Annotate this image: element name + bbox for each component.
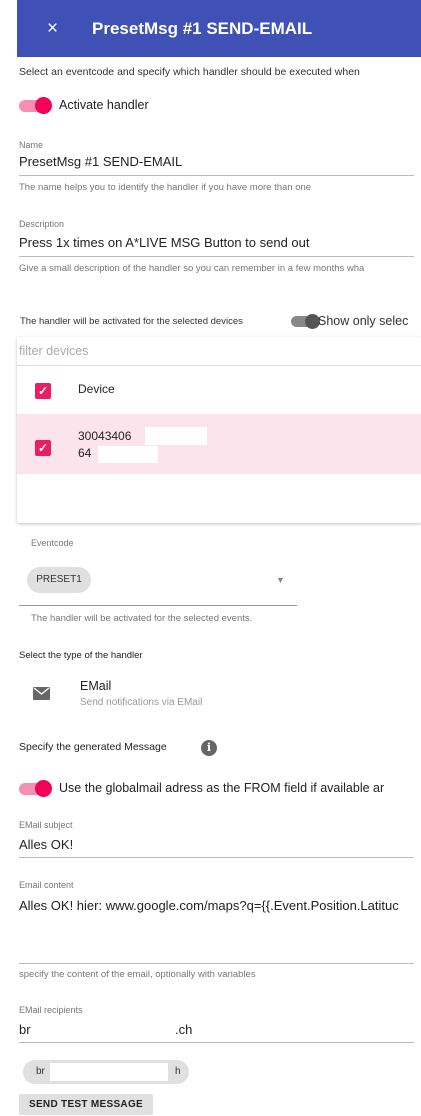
show-only-selected-toggle[interactable] — [283, 312, 320, 330]
close-icon[interactable]: × — [47, 19, 58, 38]
activate-handler-toggle[interactable]: Activate handler — [19, 96, 179, 116]
dialog-title: PresetMsg #1 SEND-EMAIL — [92, 19, 313, 38]
device-row[interactable]: ✓ 30043406 64 — [17, 414, 421, 474]
globalmail-label: Use the globalmail adress as the FROM fi… — [59, 781, 385, 795]
recipient-chip[interactable]: br h — [23, 1060, 189, 1084]
name-underline — [19, 175, 414, 176]
handler-type-label: Select the type of the handler — [19, 650, 143, 661]
content-hint: specify the content of the email, option… — [19, 969, 256, 980]
content-textarea[interactable]: Alles OK! hier: www.google.com/maps?q={{… — [19, 898, 399, 913]
activate-handler-label: Activate handler — [59, 98, 149, 112]
email-handler-subtitle: Send notifications via EMail — [80, 697, 203, 708]
recipients-underline — [19, 1042, 414, 1043]
content-label: Email content — [19, 880, 74, 890]
message-label: Specify the generated Message — [19, 741, 167, 753]
info-icon[interactable]: i — [201, 740, 217, 756]
eventcode-underline — [19, 605, 297, 606]
eventcode-chip[interactable]: PRESET1 — [27, 567, 91, 593]
name-label: Name — [19, 140, 44, 150]
eventcode-hint: The handler will be activated for the se… — [31, 613, 253, 624]
device-id-line2: 64 — [78, 446, 92, 460]
name-hint: The name helps you to identify the handl… — [19, 182, 312, 193]
device-heading: The handler will be activated for the se… — [20, 316, 243, 327]
email-handler-title: EMail — [80, 679, 112, 693]
intro-text: Select an eventcode and specify which ha… — [19, 66, 360, 78]
select-all-checkbox[interactable]: ✓ — [35, 383, 51, 399]
subject-input[interactable]: Alles OK! — [19, 837, 73, 852]
dialog-header: × PresetMsg #1 SEND-EMAIL — [17, 0, 421, 57]
description-hint: Give a small description of the handler … — [19, 263, 365, 274]
recipients-value-end: .ch — [175, 1022, 193, 1037]
globalmail-toggle[interactable]: Use the globalmail adress as the FROM fi… — [19, 778, 421, 800]
show-only-selected-label: Show only selec — [318, 314, 409, 328]
recipients-input[interactable]: br .ch — [19, 1022, 414, 1042]
recipients-label: EMail recipients — [19, 1005, 83, 1015]
redaction-box — [145, 427, 207, 445]
subject-underline — [19, 857, 414, 858]
device-row-checkbox[interactable]: ✓ — [35, 440, 51, 456]
description-label: Description — [19, 219, 65, 229]
email-handler-option[interactable]: EMail Send notifications via EMail — [19, 676, 319, 712]
device-column-header: Device — [78, 382, 115, 396]
eventcode-label: Eventcode — [31, 538, 74, 548]
name-input[interactable]: PresetMsg #1 SEND-EMAIL — [19, 154, 182, 169]
device-id-line1: 30043406 — [78, 429, 132, 443]
eventcode-dropdown-arrow-icon[interactable]: ▼ — [276, 575, 285, 585]
redaction-box — [98, 446, 158, 463]
recipients-value-start: br — [19, 1022, 31, 1037]
description-input[interactable]: Press 1x times on A*LIVE MSG Button to s… — [19, 235, 309, 250]
device-table-header: ✓ Device — [17, 366, 421, 412]
recipient-chip-start: br — [36, 1066, 45, 1077]
mail-icon — [33, 687, 50, 700]
send-test-message-button[interactable]: SEND TEST MESSAGE — [19, 1094, 153, 1115]
recipient-chip-end: h — [175, 1066, 181, 1077]
description-underline — [19, 256, 414, 257]
device-heading-row: The handler will be activated for the se… — [20, 311, 421, 331]
content-underline — [19, 963, 414, 964]
subject-label: EMail subject — [19, 820, 73, 830]
filter-devices-input[interactable]: filter devices — [19, 344, 88, 358]
redaction-box — [50, 1063, 168, 1081]
